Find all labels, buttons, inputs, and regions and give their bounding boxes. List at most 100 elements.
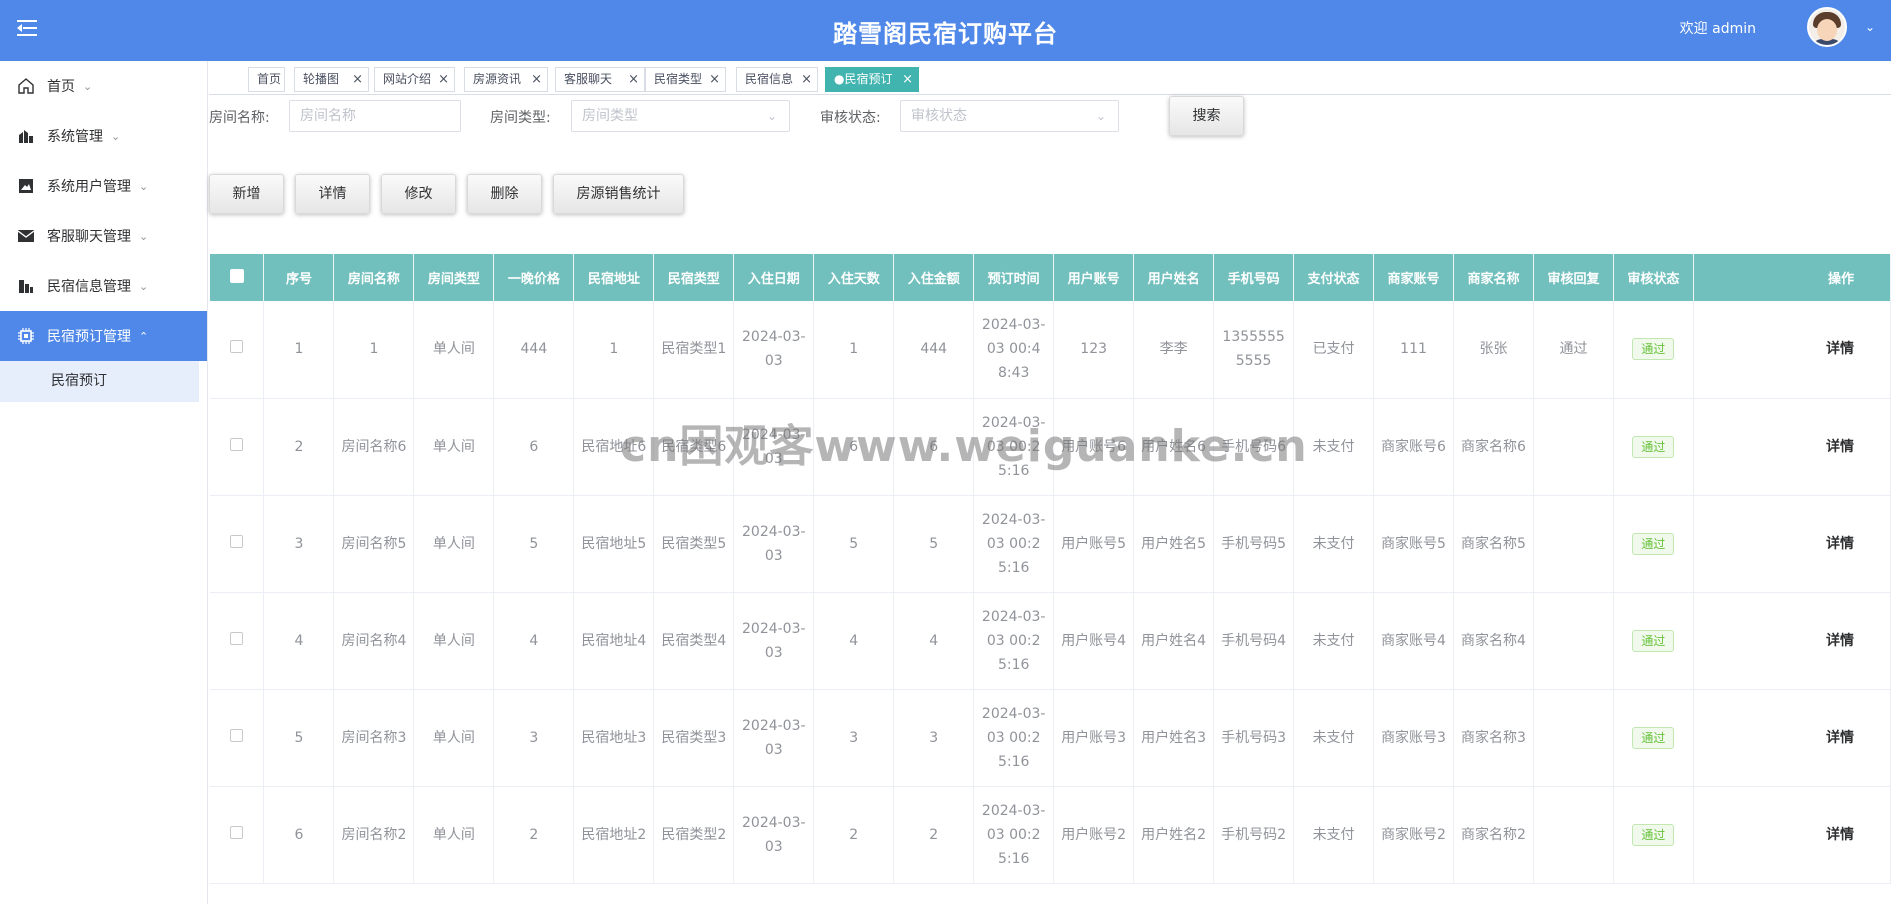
search-button[interactable]: 搜索 — [1169, 96, 1244, 136]
close-icon[interactable]: × — [352, 68, 363, 91]
cell-user-name: 用户姓名5 — [1133, 495, 1215, 593]
cell-amount: 5 — [893, 495, 975, 593]
cell-checkin-date: 2024-03-03 — [733, 689, 815, 787]
detail-link[interactable]: 详情 — [1693, 398, 1891, 496]
column-header: 商家账号 — [1373, 254, 1455, 301]
sidebar-item-homestay-info[interactable]: 民宿信息管理 ⌄ — [0, 261, 207, 311]
cell-user-account: 用户账号2 — [1053, 786, 1135, 884]
tab-site-intro[interactable]: 网站介绍 × — [374, 67, 455, 92]
user-avatar[interactable] — [1807, 7, 1847, 47]
column-header: 审核回复 — [1533, 254, 1614, 301]
tab-carousel[interactable]: 轮播图 × — [294, 67, 369, 92]
cell-room-type: 单人间 — [413, 301, 495, 399]
cell-homestay-type: 民宿类型2 — [653, 786, 735, 884]
room-name-label: 房间名称: — [209, 110, 270, 126]
row-checkbox[interactable] — [230, 631, 244, 645]
user-menu-chevron-icon[interactable]: ⌄ — [1865, 20, 1875, 34]
cell-pay-status: 未支付 — [1293, 592, 1375, 690]
cell-address: 民宿地址5 — [573, 495, 655, 593]
close-icon[interactable]: × — [709, 68, 720, 91]
edit-button[interactable]: 修改 — [381, 174, 456, 214]
sidebar-item-system[interactable]: 系统管理 ⌄ — [0, 111, 207, 161]
chevron-down-icon: ⌄ — [83, 79, 93, 93]
row-checkbox[interactable] — [230, 728, 244, 742]
detail-link[interactable]: 详情 — [1693, 301, 1891, 399]
cell-merchant-name: 商家名称6 — [1453, 398, 1534, 496]
cell-user-name: 用户姓名3 — [1133, 689, 1215, 787]
cell-phone: 手机号码2 — [1213, 786, 1295, 884]
cell-address: 民宿地址4 — [573, 592, 655, 690]
cell-homestay-type: 民宿类型3 — [653, 689, 735, 787]
tab-listing-news[interactable]: 房源资讯 × — [464, 67, 548, 92]
tab-homestay-info[interactable]: 民宿信息 × — [736, 67, 818, 92]
select-all-checkbox-cell[interactable] — [210, 254, 265, 301]
cell-address: 民宿地址3 — [573, 689, 655, 787]
cell-merchant-account: 商家账号2 — [1373, 786, 1455, 884]
chart-icon — [16, 126, 36, 146]
sidebar-item-booking[interactable]: 民宿预订管理 ⌃ — [0, 311, 207, 361]
detail-link[interactable]: 详情 — [1693, 495, 1891, 593]
table-row[interactable]: 6 房间名称2 单人间 2 民宿地址2 民宿类型2 2024-03-03 2 2… — [210, 786, 1891, 884]
close-icon[interactable]: × — [438, 68, 449, 91]
cell-merchant-name: 商家名称5 — [1453, 495, 1534, 593]
row-checkbox[interactable] — [230, 340, 244, 354]
table-row[interactable]: 3 房间名称5 单人间 5 民宿地址5 民宿类型5 2024-03-03 5 5… — [210, 495, 1891, 593]
add-button[interactable]: 新增 — [209, 174, 284, 214]
cell-address: 1 — [573, 301, 655, 399]
cell-merchant-name: 商家名称4 — [1453, 592, 1534, 690]
cell-checkin-date: 2024-03-03 — [733, 786, 815, 884]
close-icon[interactable]: × — [531, 68, 542, 91]
row-checkbox[interactable] — [230, 437, 244, 451]
sidebar-item-home[interactable]: 首页 ⌄ — [0, 61, 207, 111]
room-type-select[interactable]: 房间类型 ⌄ — [571, 100, 790, 132]
select-all-checkbox[interactable] — [229, 268, 244, 283]
cell-amount: 2 — [893, 786, 975, 884]
cell-amount: 4 — [893, 592, 975, 690]
column-header: 民宿类型 — [653, 254, 735, 301]
detail-button[interactable]: 详情 — [295, 174, 370, 214]
cell-index: 5 — [263, 689, 335, 787]
room-name-input[interactable]: 房间名称 — [289, 100, 461, 132]
sidebar: 首页 ⌄ 系统管理 ⌄ 系统用户管理 ⌄ 客服聊天管理 ⌄ 民宿信息管理 ⌄ 民… — [0, 61, 208, 904]
close-icon[interactable]: × — [628, 68, 639, 91]
sidebar-item-label: 民宿信息管理 — [47, 279, 131, 295]
cell-pay-status: 未支付 — [1293, 495, 1375, 593]
table-row[interactable]: 1 1 单人间 444 1 民宿类型1 2024-03-03 1 444 202… — [210, 301, 1891, 399]
cell-phone: 手机号码3 — [1213, 689, 1295, 787]
audit-status-label: 审核状态: — [820, 110, 881, 126]
cell-phone: 手机号码5 — [1213, 495, 1295, 593]
cell-price: 444 — [493, 301, 575, 399]
close-icon[interactable]: × — [902, 68, 913, 91]
tab-home[interactable]: 首页 — [248, 67, 285, 92]
sidebar-item-chat[interactable]: 客服聊天管理 ⌄ — [0, 211, 207, 261]
detail-link[interactable]: 详情 — [1693, 786, 1891, 884]
cell-user-account: 用户账号4 — [1053, 592, 1135, 690]
cell-merchant-account: 商家账号4 — [1373, 592, 1455, 690]
chevron-down-icon: ⌄ — [139, 279, 149, 293]
tab-homestay-type[interactable]: 民宿类型 × — [645, 67, 726, 92]
cell-merchant-name: 商家名称3 — [1453, 689, 1534, 787]
cell-audit-reply — [1533, 689, 1614, 787]
cell-booking-time: 2024-03-03 00:25:16 — [973, 592, 1055, 690]
detail-link[interactable]: 详情 — [1693, 689, 1891, 787]
row-checkbox[interactable] — [230, 825, 244, 839]
cell-merchant-account: 商家账号6 — [1373, 398, 1455, 496]
detail-link[interactable]: 详情 — [1693, 592, 1891, 690]
cell-merchant-account: 商家账号5 — [1373, 495, 1455, 593]
chevron-down-icon: ⌄ — [111, 129, 121, 143]
sidebar-subitem-booking[interactable]: 民宿预订 — [0, 361, 199, 402]
chevron-down-icon: ⌄ — [766, 109, 777, 123]
cell-booking-time: 2024-03-03 00:48:43 — [973, 301, 1055, 399]
tab-homestay-booking[interactable]: ●民宿预订 × — [825, 67, 919, 92]
cell-user-account: 用户账号5 — [1053, 495, 1135, 593]
row-checkbox[interactable] — [230, 534, 244, 548]
audit-status-select[interactable]: 审核状态 ⌄ — [900, 100, 1119, 132]
table-row[interactable]: 5 房间名称3 单人间 3 民宿地址3 民宿类型3 2024-03-03 3 3… — [210, 689, 1891, 787]
status-badge: 通过 — [1632, 823, 1675, 846]
close-icon[interactable]: × — [801, 68, 812, 91]
tab-customer-chat[interactable]: 客服聊天 × — [555, 67, 645, 92]
delete-button[interactable]: 删除 — [467, 174, 542, 214]
table-row[interactable]: 4 房间名称4 单人间 4 民宿地址4 民宿类型4 2024-03-03 4 4… — [210, 592, 1891, 690]
sales-stats-button[interactable]: 房源销售统计 — [553, 174, 684, 214]
sidebar-item-system-users[interactable]: 系统用户管理 ⌄ — [0, 161, 207, 211]
